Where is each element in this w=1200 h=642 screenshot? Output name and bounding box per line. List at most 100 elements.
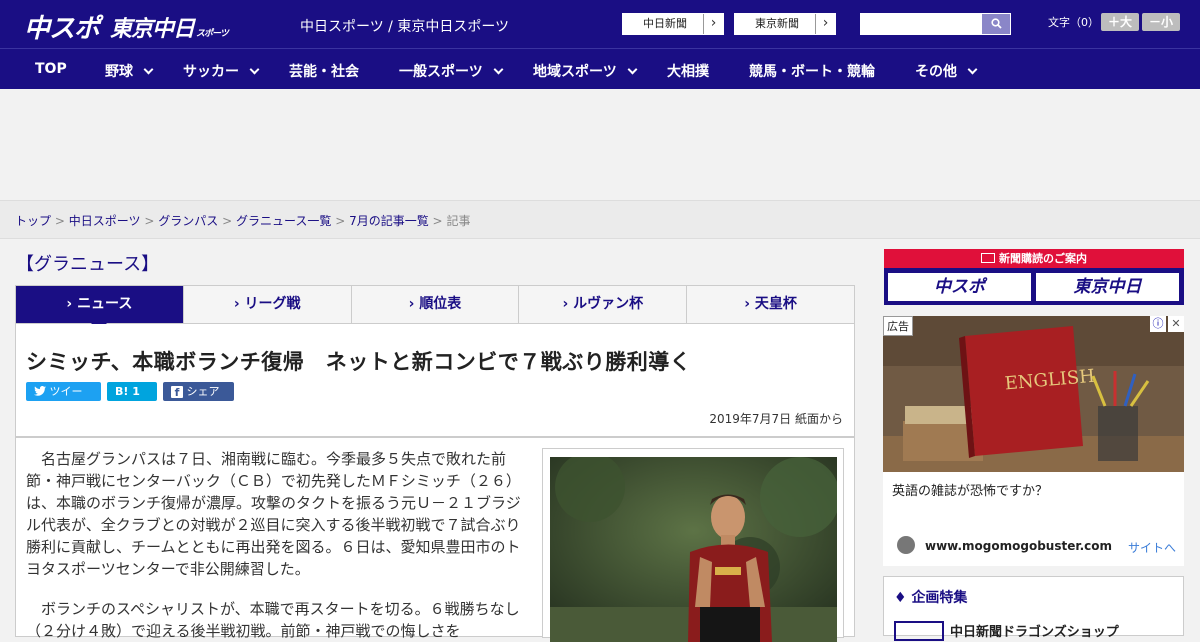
font-size-decrease-button[interactable]: －小 (1142, 13, 1180, 31)
breadcrumb-separator: > (54, 214, 65, 228)
ad-space (0, 89, 1200, 200)
category-tabs: › ニュース › リーグ戦 › 順位表 › ルヴァン杯 › 天皇杯 (15, 285, 855, 331)
tab-label: ニュース (77, 296, 133, 312)
chuspo-logo[interactable]: 中スポ (24, 8, 100, 45)
breadcrumb-separator: > (222, 214, 233, 228)
nav-label: 地域スポーツ (533, 64, 617, 80)
feature-box: ♦ 企画特集 中日新聞ドラゴンズショップ (883, 576, 1184, 641)
subscribe-chuspo-button[interactable]: 中スポ (888, 273, 1031, 301)
nav-item-racing[interactable]: 競馬・ボート・競輪 (749, 61, 875, 81)
nav-label: その他 (915, 64, 957, 80)
nav-label: 競馬・ボート・競輪 (749, 64, 875, 80)
search-button[interactable] (982, 14, 1010, 34)
article-paragraph: 名古屋グランパスは７日、湘南戦に臨む。今季最多５失点で敗れた前節・神戸戦にセンタ… (26, 450, 521, 578)
ad-close-icon[interactable]: ✕ (1168, 316, 1184, 332)
tab-levain-cup[interactable]: › ルヴァン杯 (519, 286, 688, 323)
nav-label: サッカー (183, 64, 239, 80)
tab-standings[interactable]: › 順位表 (352, 286, 520, 323)
nav-item-local-sports[interactable]: 地域スポーツ (533, 61, 638, 81)
main-nav: TOP 野球 サッカー 芸能・社会 一般スポーツ 地域スポーツ 大相撲 競馬・ボ… (0, 48, 1200, 89)
breadcrumb: トップ > 中日スポーツ > グランパス > グラニュース一覧 > 7月の記事一… (15, 212, 470, 229)
hatena-bookmark-button[interactable]: B! 1 (107, 382, 157, 401)
article-headline: シミッチ、本職ボランチ復帰 ネットと新コンビで７戦ぶり勝利導く (26, 350, 692, 374)
breadcrumb-current: 記事 (446, 214, 471, 228)
ad-domain[interactable]: www.mogomogobuster.com (925, 539, 1112, 553)
chunichi-link-label: 中日新聞 (643, 17, 687, 30)
tab-label: 天皇杯 (754, 296, 797, 312)
tokyo-logo-small: スポーツ (196, 29, 229, 39)
ad-info-icon[interactable]: ⓘ (1150, 316, 1166, 332)
nav-item-entertainment[interactable]: 芸能・社会 (289, 61, 359, 81)
nav-item-top[interactable]: TOP (35, 61, 67, 77)
breadcrumb-bar: トップ > 中日スポーツ > グランパス > グラニュース一覧 > 7月の記事一… (0, 200, 1200, 239)
feature-title-label: 企画特集 (911, 590, 968, 606)
nav-label: 大相撲 (667, 64, 709, 80)
tab-label: リーグ戦 (244, 296, 301, 312)
tab-label: ルヴァン杯 (573, 296, 644, 312)
subscription-banner[interactable]: 新聞購読のご案内 中スポ 東京中日 (884, 249, 1184, 305)
chevron-down-icon (249, 64, 260, 75)
chevron-right-icon: › (703, 14, 723, 34)
pin-icon: ♦ (894, 590, 912, 606)
facebook-share-button[interactable]: f シェア 2 (163, 382, 234, 417)
font-size-increase-button[interactable]: ＋大 (1101, 13, 1139, 31)
nav-item-soccer[interactable]: サッカー (183, 61, 260, 81)
ad-label: 広告 (883, 316, 913, 336)
ad-site-link[interactable]: サイトへ (1128, 539, 1176, 556)
breadcrumb-link[interactable]: 7月の記事一覧 (349, 214, 429, 228)
site-title: 中日スポーツ / 東京中日スポーツ (300, 19, 510, 35)
breadcrumb-separator: > (144, 214, 155, 228)
article-header: シミッチ、本職ボランチ復帰 ネットと新コンビで７戦ぶり勝利導く ツイート B! … (15, 324, 855, 437)
nav-item-general-sports[interactable]: 一般スポーツ (399, 61, 504, 81)
section-title: 【グラニュース】 (16, 254, 160, 275)
chunichi-shimbun-link[interactable]: 中日新聞 › (622, 13, 724, 35)
article-dateline: 2019年7月7日 紙面から (709, 412, 843, 426)
ad-text[interactable]: 英語の雑誌が恐怖ですか？ (892, 480, 1048, 499)
chevron-down-icon (967, 64, 978, 75)
tokyo-link-label: 東京新聞 (755, 17, 799, 30)
nav-item-sumo[interactable]: 大相撲 (667, 61, 709, 81)
tweet-button[interactable]: ツイート (26, 382, 101, 417)
tab-emperors-cup[interactable]: › 天皇杯 (687, 286, 854, 323)
tab-news[interactable]: › ニュース (16, 286, 184, 331)
facebook-icon: f (171, 386, 183, 399)
feature-item-link[interactable]: 中日新聞ドラゴンズショップ (950, 621, 1119, 640)
article-paragraph: ボランチのスペシャリストが、本職で再スタートを切る。６戦勝ちなし（２分け４敗）で… (26, 600, 520, 640)
subscribe-tokyo-chunichi-button[interactable]: 東京中日 (1036, 273, 1179, 301)
article-body: 名古屋グランパスは７日、湘南戦に臨む。今季最多５失点で敗れた前節・神戸戦にセンタ… (15, 437, 855, 642)
feature-title: ♦ 企画特集 (894, 587, 967, 607)
breadcrumb-separator: > (432, 214, 443, 228)
breadcrumb-link[interactable]: グランパス (158, 214, 218, 228)
breadcrumb-separator: > (335, 214, 346, 228)
breadcrumb-link[interactable]: グラニュース一覧 (236, 214, 331, 228)
top-bar: 中スポ 東京中日 スポーツ 中日スポーツ / 東京中日スポーツ 中日新聞 › 東京新… (0, 0, 1200, 48)
article-photo-frame (542, 448, 844, 642)
tokyo-shimbun-link[interactable]: 東京新聞 › (734, 13, 836, 35)
tokyo-chunichi-logo[interactable]: 東京中日 スポーツ (110, 11, 229, 43)
player-photo-illustration (550, 457, 837, 642)
breadcrumb-link[interactable]: トップ (15, 214, 51, 228)
nav-label: 野球 (105, 64, 133, 80)
sidebar-ad[interactable]: ENGLISH 広告 ⓘ ✕ 英語の雑誌が恐怖ですか？ www.mogomogo… (883, 316, 1184, 566)
tokyo-logo-text: 東京中日 (110, 17, 195, 42)
font-size-label: 文字（0） (1048, 16, 1099, 29)
breadcrumb-link[interactable]: 中日スポーツ (69, 214, 141, 228)
nav-item-baseball[interactable]: 野球 (105, 61, 154, 81)
subscription-header-label: 新聞購読のご案内 (999, 252, 1087, 265)
search-icon (990, 18, 1002, 29)
chevron-down-icon (493, 64, 504, 75)
chevron-down-icon (627, 64, 638, 75)
chevron-right-icon: › (815, 14, 835, 34)
hatena-label: B! 1 (115, 385, 140, 398)
twitter-icon (34, 386, 46, 396)
nav-item-other[interactable]: その他 (915, 61, 978, 81)
subscription-header: 新聞購読のご案内 (884, 249, 1184, 268)
tab-league[interactable]: › リーグ戦 (184, 286, 352, 323)
chevron-down-icon (143, 64, 154, 75)
feature-thumbnail[interactable] (894, 621, 944, 641)
ticket-icon (981, 253, 995, 263)
search-input[interactable] (860, 13, 1011, 35)
article-photo[interactable] (550, 457, 837, 642)
ad-image[interactable]: ENGLISH (883, 316, 1184, 472)
globe-icon (897, 536, 915, 554)
